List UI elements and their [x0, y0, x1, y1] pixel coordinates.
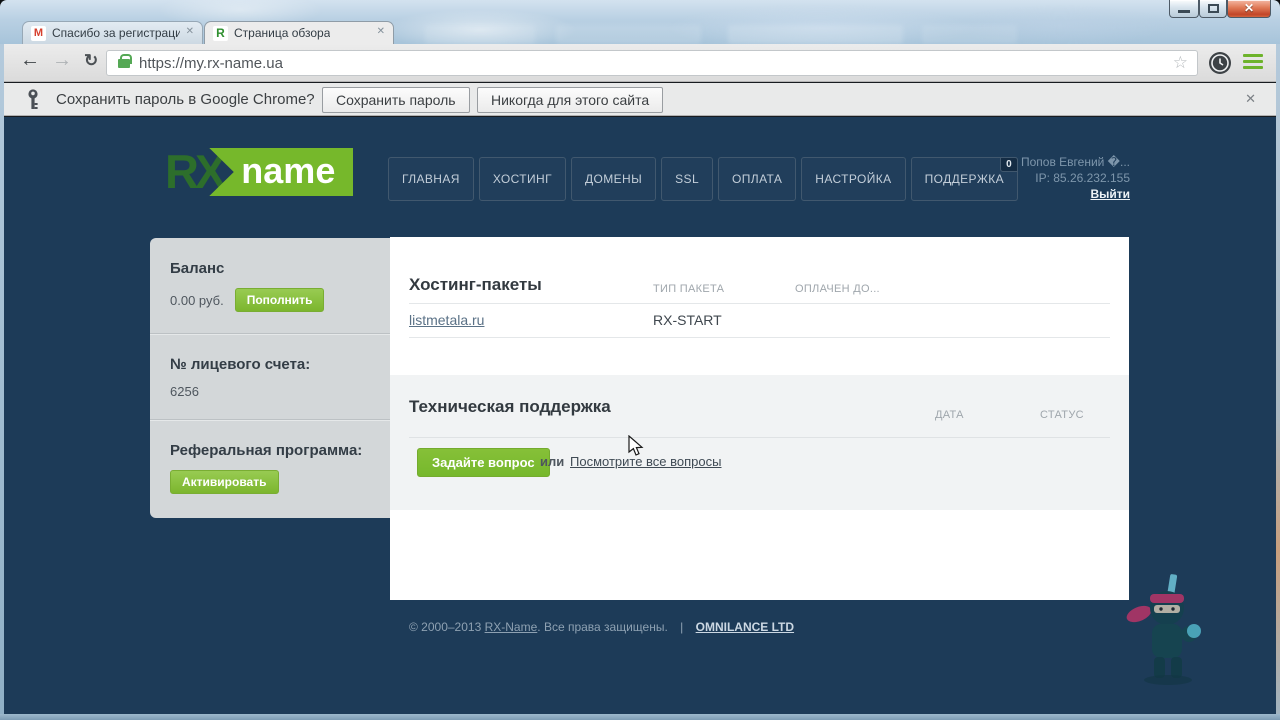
hosting-domain-link[interactable]: listmetala.ru [409, 312, 484, 328]
balance-amount: 0.00 руб. [170, 292, 224, 308]
tab-overview-page[interactable]: R Страница обзора ✕ [204, 21, 394, 44]
https-lock-icon [118, 54, 132, 68]
tab-strip: M Спасибо за регистрацию ✕ R Страница об… [0, 21, 1280, 44]
close-icon: ✕ [1243, 1, 1255, 15]
key-icon [28, 89, 38, 109]
tab-gmail[interactable]: M Спасибо за регистрацию ✕ [22, 21, 203, 44]
divider [409, 303, 1110, 304]
topup-button[interactable]: Пополнить [234, 288, 325, 312]
nav-item-label: ПОДДЕРЖКА [924, 172, 1005, 186]
nav-item-support[interactable]: ПОДДЕРЖКА 0 [910, 157, 1019, 201]
activate-referral-button[interactable]: Активировать [170, 470, 279, 494]
account-sidebar: Баланс 0.00 руб. Пополнить № лицевого сч… [150, 238, 390, 518]
close-window-button[interactable]: ✕ [1227, 0, 1271, 18]
maximize-button[interactable] [1199, 0, 1227, 18]
nav-item-settings[interactable]: НАСТРОЙКА [801, 157, 906, 201]
clock-extension-icon[interactable] [1209, 52, 1231, 74]
nav-item-main[interactable]: ГЛАВНАЯ [388, 157, 474, 201]
save-password-button[interactable]: Сохранить пароль [322, 87, 470, 113]
omnilance-link[interactable]: OMNILANCE LTD [696, 620, 794, 634]
tab-title: Спасибо за регистрацию [52, 26, 180, 40]
column-date: ДАТА [935, 409, 964, 421]
main-navigation: ГЛАВНАЯ ХОСТИНГ ДОМЕНЫ SSL ОПЛАТА НАСТРО… [388, 157, 1019, 201]
reload-icon[interactable]: ↻ [84, 51, 98, 71]
save-password-infobar: Сохранить пароль в Google Chrome? Сохран… [4, 83, 1276, 116]
balance-section: Баланс 0.00 руб. Пополнить [150, 238, 390, 333]
rx-name-footer-link[interactable]: RX-Name [485, 620, 538, 634]
page-content: RX name ГЛАВНАЯ ХОСТИНГ ДОМЕНЫ SSL ОПЛАТ… [4, 117, 1276, 714]
infobar-close-icon[interactable]: ✕ [1245, 91, 1256, 107]
browser-toolbar: ← → ↻ https://my.rx-name.ua ☆ [4, 44, 1276, 82]
user-info: Попов Евгений �... IP: 85.26.232.155 Вый… [1021, 154, 1130, 202]
rights-text: . Все права защищены. [537, 620, 668, 634]
forward-icon[interactable]: → [52, 49, 72, 72]
window-controls: ✕ [1169, 0, 1271, 18]
referral-title: Реферальная программа: [170, 442, 363, 459]
nav-item-domains[interactable]: ДОМЕНЫ [570, 157, 657, 201]
support-section: Техническая поддержка ДАТА СТАТУС Задайт… [390, 375, 1129, 510]
account-number-section: № лицевого счета: 6256 [150, 333, 390, 419]
ghost-tab [728, 25, 903, 44]
view-all-questions-link[interactable]: Посмотрите все вопросы [570, 454, 722, 469]
ghost-tab [556, 25, 701, 44]
never-for-site-button[interactable]: Никогда для этого сайта [477, 87, 664, 113]
maximize-icon [1208, 4, 1219, 13]
balance-title: Баланс [170, 260, 225, 277]
support-title: Техническая поддержка [409, 397, 611, 416]
support-count-badge: 0 [1000, 157, 1019, 172]
rx-favicon-icon: R [213, 25, 228, 41]
column-package-type: ТИП ПАКЕТА [653, 283, 725, 295]
account-number-value: 6256 [170, 384, 199, 399]
hosting-packages-title: Хостинг-пакеты [409, 275, 542, 294]
user-name: Попов Евгений �... [1020, 155, 1130, 169]
address-bar[interactable]: https://my.rx-name.ua ☆ [106, 50, 1198, 76]
bookmark-star-icon[interactable]: ☆ [1173, 53, 1188, 73]
tab-close-icon[interactable]: ✕ [186, 26, 194, 37]
or-text: или [540, 454, 565, 469]
main-panel: Хостинг-пакеты ТИП ПАКЕТА ОПЛАЧЕН ДО... … [390, 237, 1129, 600]
window-frame-right [1276, 44, 1280, 720]
copyright-text: © 2000–2013 [409, 620, 482, 634]
nav-item-payment[interactable]: ОПЛАТА [718, 157, 797, 201]
ask-question-button[interactable]: Задайте вопрос [417, 448, 550, 477]
column-paid-until: ОПЛАЧЕН ДО... [795, 283, 880, 295]
ninja-mascot-watermark [1126, 574, 1201, 685]
tab-title: Страница обзора [234, 26, 331, 40]
rx-name-logo[interactable]: RX name [165, 145, 354, 198]
logout-link[interactable]: Выйти [1090, 187, 1130, 201]
nav-item-hosting[interactable]: ХОСТИНГ [478, 157, 566, 201]
logo-suffix-banner: name [209, 148, 354, 196]
infobar-message: Сохранить пароль в Google Chrome? [56, 91, 315, 108]
column-status: СТАТУС [1040, 409, 1084, 421]
browser-window: ✕ M Спасибо за регистрацию ✕ R Страница … [0, 0, 1280, 720]
footer-separator: | [680, 620, 684, 634]
minimize-button[interactable] [1169, 0, 1199, 18]
hosting-plan-value: RX-START [653, 312, 722, 328]
url-text: https://my.rx-name.ua [139, 55, 283, 72]
window-frame-bottom [0, 714, 1280, 720]
gmail-favicon-icon: M [31, 25, 46, 41]
minimize-icon [1178, 10, 1190, 13]
user-ip: IP: 85.26.232.155 [1035, 171, 1130, 185]
back-icon[interactable]: ← [20, 49, 40, 72]
chrome-menu-icon[interactable] [1243, 54, 1263, 72]
logo-prefix: RX [165, 145, 226, 198]
mouse-cursor [628, 435, 644, 456]
account-number-title: № лицевого счета: [170, 356, 311, 373]
divider [409, 337, 1110, 338]
nav-item-ssl[interactable]: SSL [661, 157, 714, 201]
ghost-tab [922, 25, 1017, 44]
referral-section: Реферальная программа: Активировать [150, 419, 390, 518]
divider [409, 437, 1110, 438]
ghost-tab [425, 25, 535, 44]
tab-close-icon[interactable]: ✕ [377, 26, 385, 37]
site-footer: © 2000–2013 RX-Name. Все права защищены.… [409, 620, 794, 634]
